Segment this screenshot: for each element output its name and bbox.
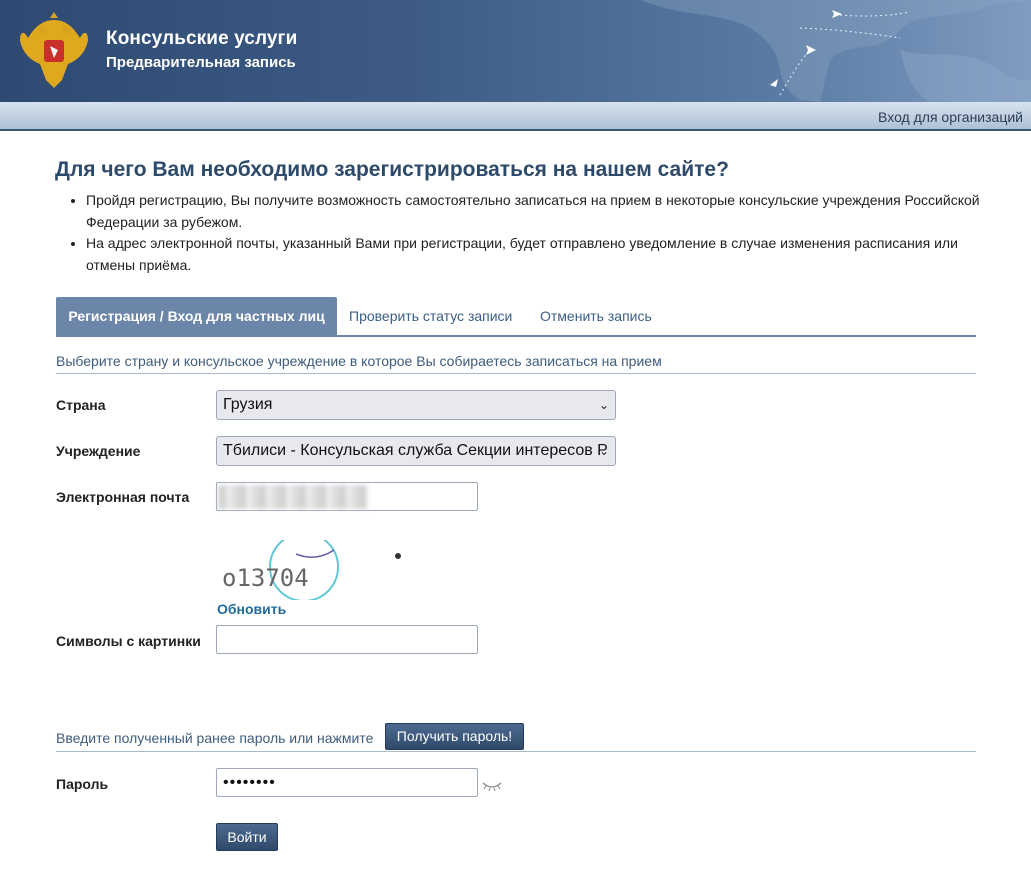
site-header: Консульские услуги Предварительная запис… [0,0,1031,102]
section-hint: Выберите страну и консульское учреждение… [56,353,976,374]
captcha-input[interactable] [216,625,478,654]
tab-registration-login[interactable]: Регистрация / Вход для частных лиц [56,297,337,335]
captcha-text: o13704 [222,564,309,592]
captcha-input-label: Символы с картинки [56,633,201,649]
coat-of-arms-icon [20,12,88,88]
chevron-down-icon: ⌄ [598,444,609,458]
tab-check-status[interactable]: Проверить статус записи [349,297,512,335]
intro-list: Пройдя регистрацию, Вы получите возможно… [56,190,986,276]
get-password-button[interactable]: Получить пароль! [385,723,524,750]
site-title: Консульские услуги [106,28,298,49]
password-label: Пароль [56,776,109,792]
chevron-down-icon: ⌄ [598,398,609,412]
institution-select-value: Тбилиси - Консульская служба Секции инте… [223,442,608,459]
page-title: Для чего Вам необходимо зарегистрировать… [55,158,729,181]
organization-login-link[interactable]: Вход для организаций [878,109,1023,125]
captcha-image: o13704 [222,540,401,600]
intro-bullet-2: На адрес электронной почты, указанный Ва… [86,233,986,276]
email-label: Электронная почта [56,489,190,505]
country-label: Страна [56,397,106,413]
world-map-decoration [640,0,1031,102]
password-input[interactable]: •••••••• [216,768,478,797]
institution-label: Учреждение [56,443,141,459]
login-button[interactable]: Войти [216,823,278,851]
tab-cancel-appointment[interactable]: Отменить запись [540,297,652,335]
top-nav-bar: Вход для организаций [0,102,1031,131]
intro-bullet-1: Пройдя регистрацию, Вы получите возможно… [86,190,986,233]
email-redacted [218,485,368,509]
country-select[interactable]: Грузия ⌄ [216,390,616,420]
site-subtitle: Предварительная запись [106,54,296,71]
captcha-refresh-link[interactable]: Обновить [217,601,286,617]
institution-select[interactable]: Тбилиси - Консульская служба Секции инте… [216,436,616,466]
password-hint-text: Введите полученный ранее пароль или нажм… [56,730,374,746]
password-hint-row: Введите полученный ранее пароль или нажм… [56,721,976,752]
eye-closed-icon[interactable] [482,779,502,791]
tab-bar: Регистрация / Вход для частных лиц Прове… [56,297,976,337]
country-select-value: Грузия [223,396,273,413]
